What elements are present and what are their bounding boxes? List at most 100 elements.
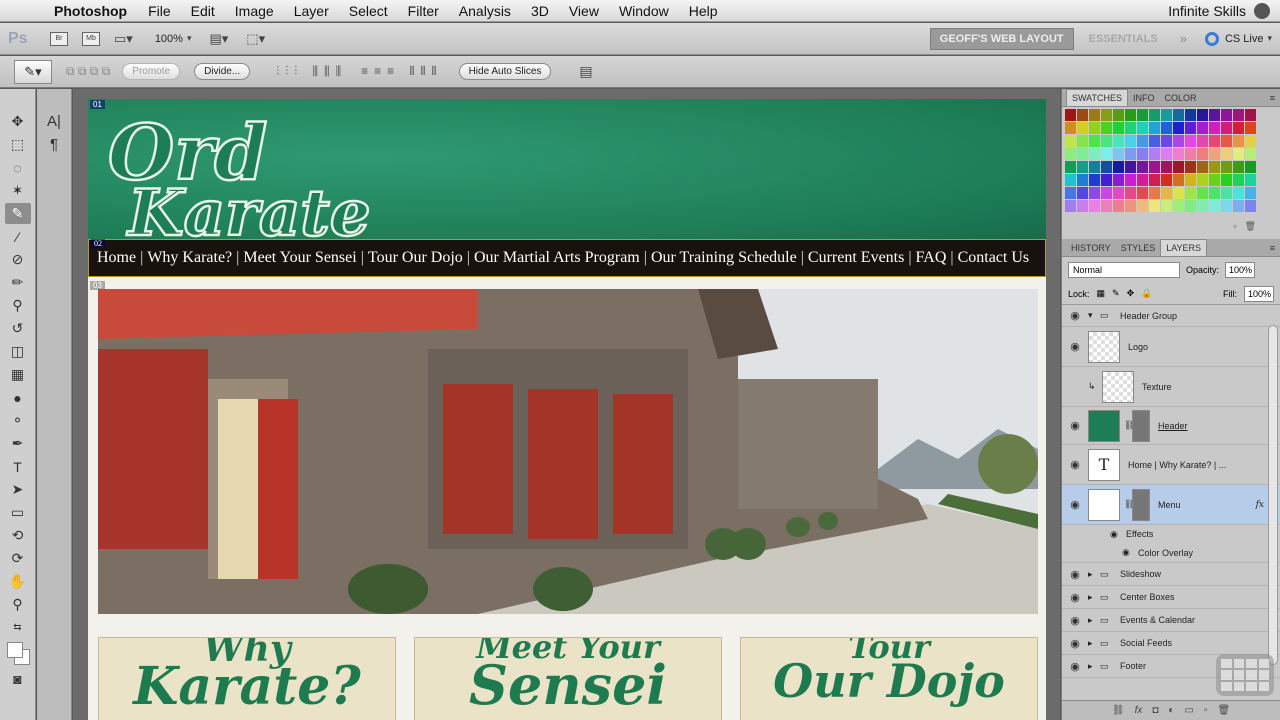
clone-stamp-tool-icon[interactable]: ⚲ xyxy=(5,295,31,316)
swatch[interactable] xyxy=(1137,122,1148,134)
new-swatch-icon[interactable]: ▫ xyxy=(1233,221,1236,235)
character-panel-icon[interactable]: A| xyxy=(47,113,61,130)
eye-icon[interactable]: ◉ xyxy=(1062,568,1088,581)
swatch[interactable] xyxy=(1233,109,1244,121)
lock-pixels-icon[interactable]: ✎ xyxy=(1112,288,1120,299)
swatch[interactable] xyxy=(1197,122,1208,134)
swatch[interactable] xyxy=(1197,148,1208,160)
swatch[interactable] xyxy=(1209,148,1220,160)
swatch[interactable] xyxy=(1245,161,1256,173)
swatch[interactable] xyxy=(1137,187,1148,199)
swatch[interactable] xyxy=(1185,109,1196,121)
move-tool-icon[interactable]: ✥ xyxy=(5,111,31,132)
swatch[interactable] xyxy=(1221,148,1232,160)
swatch[interactable] xyxy=(1065,161,1076,173)
eye-icon[interactable]: ◉ xyxy=(1062,498,1088,511)
swatch[interactable] xyxy=(1245,122,1256,134)
lasso-tool-icon[interactable]: ◌ xyxy=(5,157,31,178)
zoom-level[interactable]: 100% xyxy=(155,33,183,45)
panel-menu-icon[interactable]: ≡ xyxy=(1265,90,1280,106)
tab-styles[interactable]: STYLES xyxy=(1116,240,1161,256)
hide-auto-slices-button[interactable]: Hide Auto Slices xyxy=(458,63,552,80)
trash-icon[interactable]: 🗑 xyxy=(1217,705,1230,716)
swatch[interactable] xyxy=(1089,122,1100,134)
menu-analysis[interactable]: Analysis xyxy=(449,3,521,19)
swatch[interactable] xyxy=(1209,135,1220,147)
swatch[interactable] xyxy=(1125,187,1136,199)
swatch[interactable] xyxy=(1161,109,1172,121)
menu-help[interactable]: Help xyxy=(679,3,728,19)
layer-social-feeds[interactable]: ◉ ▸ ▭ Social Feeds xyxy=(1062,632,1280,655)
eye-icon[interactable]: ◉ xyxy=(1062,614,1088,627)
swatch[interactable] xyxy=(1113,109,1124,121)
pen-tool-icon[interactable]: ✒ xyxy=(5,433,31,454)
swatch[interactable] xyxy=(1221,200,1232,212)
blend-mode-select[interactable]: Normal xyxy=(1068,262,1180,278)
document-canvas[interactable]: 01 Ord Karate 02 Home | Why Karate? | Meet… xyxy=(88,99,1046,720)
new-layer-icon[interactable]: ▫ xyxy=(1204,705,1208,716)
nav-training-schedule[interactable]: Our Training Schedule xyxy=(651,249,797,267)
swatch[interactable] xyxy=(1137,174,1148,186)
tab-color[interactable]: COLOR xyxy=(1160,90,1202,106)
eye-icon[interactable]: ◉ xyxy=(1062,419,1088,432)
brush-tool-icon[interactable]: ✏ xyxy=(5,272,31,293)
layer-nav-text[interactable]: ◉ T Home | Why Karate? | ... xyxy=(1062,445,1280,485)
eye-icon[interactable]: ◉ xyxy=(1062,591,1088,604)
chevron-right-icon[interactable]: ▸ xyxy=(1088,569,1100,580)
swatch[interactable] xyxy=(1125,148,1136,160)
lock-position-icon[interactable]: ✥ xyxy=(1127,288,1135,299)
layer-texture[interactable]: ◉ ↳ Texture xyxy=(1062,367,1280,407)
swatch[interactable] xyxy=(1149,174,1160,186)
swatch[interactable] xyxy=(1149,109,1160,121)
swatch[interactable] xyxy=(1197,135,1208,147)
eye-icon[interactable]: ◉ xyxy=(1062,309,1088,322)
nav-martial-arts-program[interactable]: Our Martial Arts Program xyxy=(474,249,640,267)
divide-button[interactable]: Divide... xyxy=(194,63,251,80)
swatch[interactable] xyxy=(1113,135,1124,147)
swatch[interactable] xyxy=(1125,109,1136,121)
layer-name[interactable]: Footer xyxy=(1120,661,1146,671)
link-layers-icon[interactable]: ⛓ xyxy=(1112,705,1125,716)
swap-colors-icon[interactable]: ⇆ xyxy=(5,617,31,638)
swatch[interactable] xyxy=(1149,200,1160,212)
layer-name[interactable]: Home | Why Karate? | ... xyxy=(1128,460,1226,470)
cs-live-icon[interactable] xyxy=(1204,31,1219,46)
nav-tour-our-dojo[interactable]: Tour Our Dojo xyxy=(368,249,463,267)
fx-icon[interactable]: fx xyxy=(1135,705,1143,716)
swatch[interactable] xyxy=(1137,161,1148,173)
screen-mode-icon[interactable]: ⬚▾ xyxy=(246,31,265,47)
swatch[interactable] xyxy=(1233,161,1244,173)
swatch[interactable] xyxy=(1113,174,1124,186)
swatch[interactable] xyxy=(1137,200,1148,212)
swatch[interactable] xyxy=(1197,161,1208,173)
swatch[interactable] xyxy=(1245,109,1256,121)
paragraph-panel-icon[interactable]: ¶ xyxy=(50,136,58,153)
app-menu[interactable]: Photoshop xyxy=(46,3,138,19)
swatch[interactable] xyxy=(1089,161,1100,173)
gradient-tool-icon[interactable]: ▦ xyxy=(5,364,31,385)
swatch[interactable] xyxy=(1089,109,1100,121)
swatch[interactable] xyxy=(1101,135,1112,147)
eraser-tool-icon[interactable]: ◫ xyxy=(5,341,31,362)
swatch[interactable] xyxy=(1125,135,1136,147)
chevron-right-icon[interactable]: ▸ xyxy=(1088,661,1100,672)
menu-edit[interactable]: Edit xyxy=(181,3,225,19)
workspace-active-button[interactable]: GEOFF'S WEB LAYOUT xyxy=(929,27,1074,50)
marquee-tool-icon[interactable]: ⬚ xyxy=(5,134,31,155)
swatch[interactable] xyxy=(1245,187,1256,199)
chevron-down-icon[interactable]: ▾ xyxy=(1088,310,1100,321)
add-mask-icon[interactable]: ◘ xyxy=(1152,705,1158,716)
swatch-cells[interactable] xyxy=(1065,109,1261,221)
tab-history[interactable]: HISTORY xyxy=(1066,240,1116,256)
swatch[interactable] xyxy=(1101,161,1112,173)
swatch[interactable] xyxy=(1089,200,1100,212)
tab-swatches[interactable]: SWATCHES xyxy=(1066,89,1129,106)
swatch[interactable] xyxy=(1137,148,1148,160)
slice-order-icons[interactable]: ⧉ ⧉ ⧉ ⧉ xyxy=(66,64,110,79)
swatch[interactable] xyxy=(1125,200,1136,212)
fill-field[interactable]: 100% xyxy=(1244,285,1274,302)
swatch[interactable] xyxy=(1233,122,1244,134)
swatch[interactable] xyxy=(1185,200,1196,212)
promote-button[interactable]: Promote xyxy=(122,63,181,80)
swatch[interactable] xyxy=(1209,174,1220,186)
